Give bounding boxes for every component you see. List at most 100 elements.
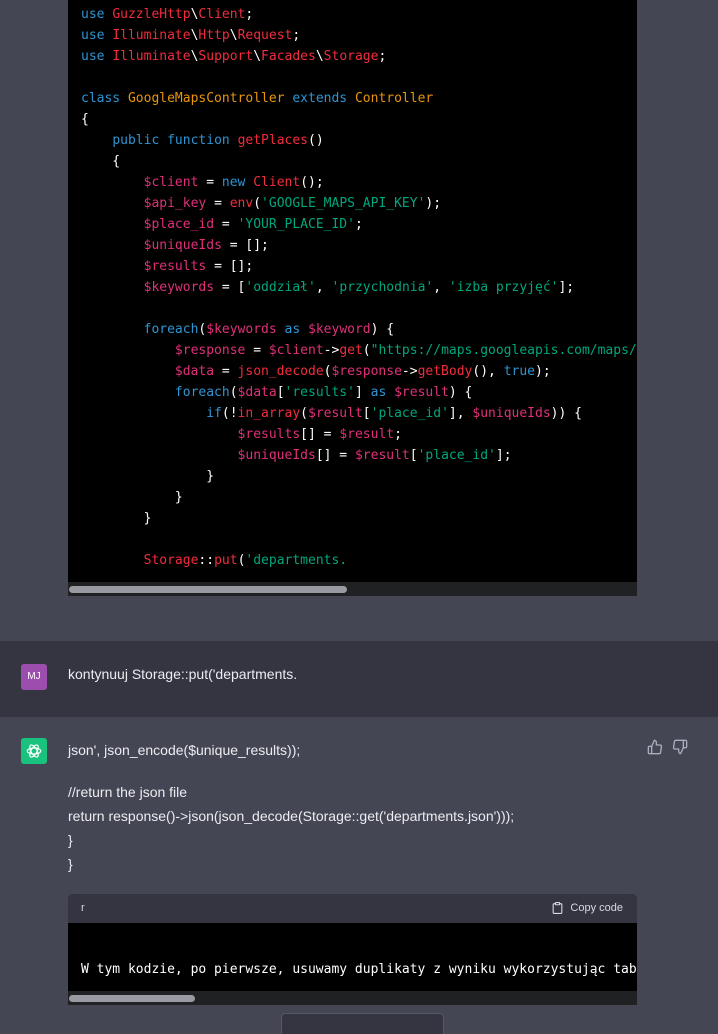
clipboard-icon [553,902,563,914]
code-token: 'izba przyjęć' [448,280,559,295]
code-line: use Illuminate\Support\Facades\Storage; [81,46,637,67]
code-token: } [81,511,152,526]
code-token: GoogleMapsController [127,91,293,106]
code-token: [ [409,448,418,463]
code-content: use GuzzleHttp\Client; use Illuminate\Htt… [81,4,637,582]
code-token: class [81,91,128,106]
code-token: ; [245,7,254,22]
code-token: ] [354,385,371,400]
code-token: = [198,175,222,190]
code-token: 'GOOGLE_MAPS_API_KEY' [261,196,426,211]
code-token: put [214,553,238,568]
code-token: Facades [261,49,316,64]
reply-line: //return the json file [68,784,188,800]
code-line: { [81,109,637,130]
code-token: )) { [550,406,582,421]
code-token: = [206,196,230,211]
code-token: as [370,385,395,400]
horizontal-scrollbar[interactable] [68,991,637,1005]
code-block: r Copy code W tym kodzie, po pierwsze, u… [68,894,637,1005]
code-token: Storage [323,49,379,64]
code-token: (); [300,175,324,190]
code-token: $results [237,427,301,442]
code-token: GuzzleHttp [112,7,191,22]
copy-code-button[interactable]: Copy code [551,901,623,915]
code-token: $response [174,343,246,358]
user-message-text: kontynuuj Storage::put('departments. [68,666,298,682]
code-token: $uniqueIds [143,238,222,253]
code-token: (), [472,364,504,379]
horizontal-scrollbar[interactable] [68,582,637,596]
code-line: foreach($data['results'] as $result) { [81,382,637,403]
code-token: getPlaces [237,133,309,148]
code-line: $client = new Client(); [81,172,637,193]
code-line: $response = $client->get("https://maps.g… [81,340,637,361]
code-token: = []; [206,259,254,274]
code-line: } [81,466,637,487]
code-token: Client [253,175,301,190]
code-token: $keyword [308,322,371,337]
code-token: extends [292,91,355,106]
code-token: use [81,49,113,64]
code-token: public [112,133,168,148]
code-token: $client [268,343,324,358]
code-token: $data [174,364,215,379]
scrollbar-thumb[interactable] [69,995,195,1002]
code-token: $api_key [143,196,207,211]
code-line: W tym kodzie, po pierwsze, usuwamy dupli… [81,960,637,980]
code-token: Controller [354,91,434,106]
code-line: $results = []; [81,256,637,277]
code-token: Storage [143,553,199,568]
code-token: use [81,28,113,43]
code-token: ( [300,406,308,421]
code-line: { [81,151,637,172]
code-token: $response [331,364,402,379]
scrollbar-thumb[interactable] [69,586,347,593]
code-token: -> [323,343,340,358]
code-token: 'oddział' [245,280,316,295]
code-token: { [81,112,89,127]
code-line: $data = json_decode($response->getBody()… [81,361,637,382]
code-token: 'przychodnia' [331,280,434,295]
code-token: $place_id [143,217,215,232]
code-token: ]; [495,448,512,463]
code-token: ]; [558,280,575,295]
code-token: ( [362,343,371,358]
code-token: \ [229,28,238,43]
code-token: ) { [370,322,395,337]
assistant-avatar [21,738,47,764]
assistant-message-previous: use GuzzleHttp\Client; use Illuminate\Htt… [0,0,718,641]
code-token: $keywords [206,322,277,337]
code-token: $data [237,385,277,400]
code-token: [] = [300,427,340,442]
code-line: use GuzzleHttp\Client; [81,4,637,25]
code-token: ], [448,406,473,421]
code-token: ); [535,364,551,379]
thumbs-up-icon[interactable] [647,739,663,755]
code-block-header: r Copy code [68,894,637,923]
code-token: $uniqueIds [472,406,551,421]
code-token: } [81,469,215,484]
code-block: use GuzzleHttp\Client; use Illuminate\Htt… [68,0,637,596]
code-token: \ [315,49,324,64]
code-token: foreach [143,322,199,337]
code-token: = [245,343,269,358]
code-line: $api_key = env('GOOGLE_MAPS_API_KEY'); [81,193,637,214]
code-token: env [229,196,254,211]
code-language-label: r [81,902,85,914]
thumbs-down-icon[interactable] [672,739,688,755]
code-token: 'results' [284,385,355,400]
code-token: "https://maps.googleapis.com/maps/api/pl… [370,343,637,358]
code-token: , [315,280,332,295]
code-token: ; [292,28,301,43]
code-token: ( [253,196,262,211]
code-token: = []; [221,238,269,253]
code-token: { [81,154,121,169]
